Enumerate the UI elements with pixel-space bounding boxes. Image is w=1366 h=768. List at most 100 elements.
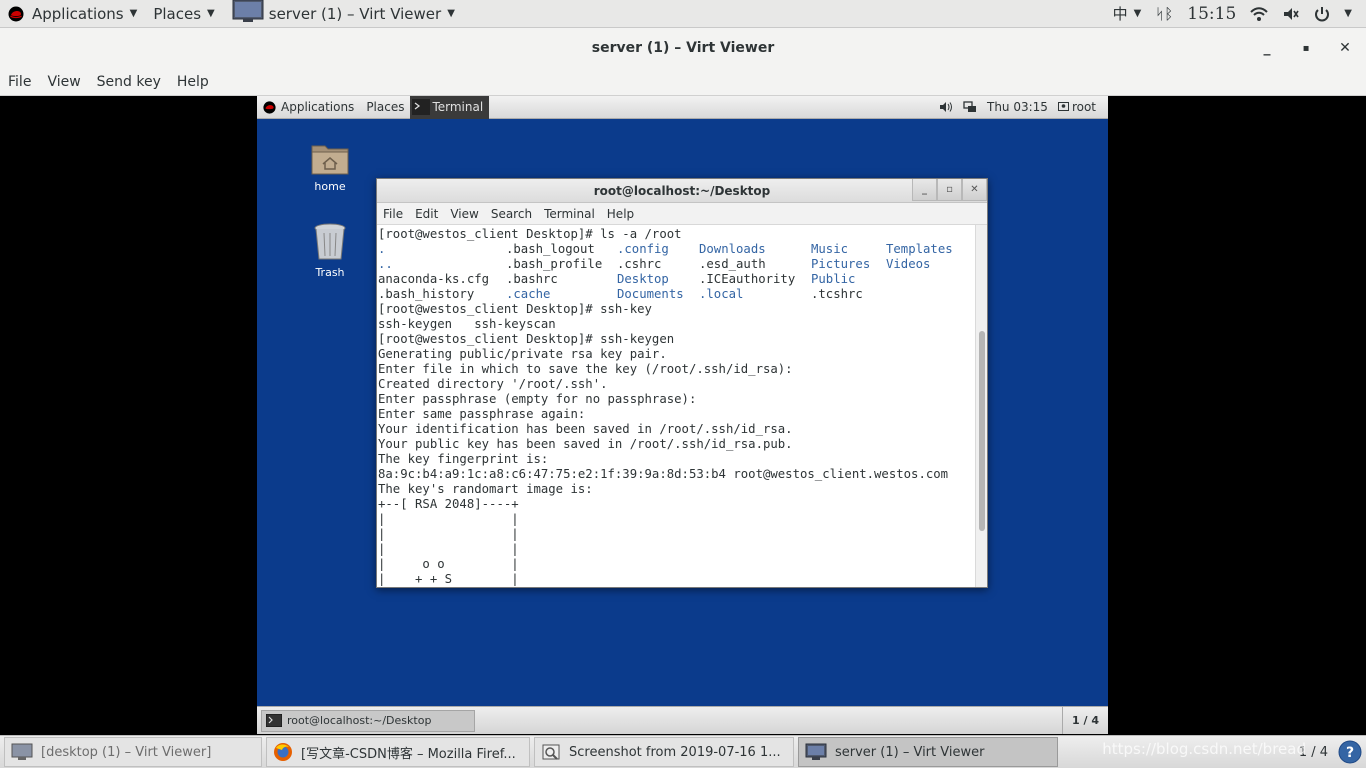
guest-workspace-switcher[interactable]: 1 / 4 (1062, 706, 1108, 734)
image-viewer-icon (542, 744, 560, 760)
terminal-maximize-button[interactable]: ▫ (937, 179, 962, 201)
chevron-down-icon: ▼ (207, 8, 215, 19)
network-icon[interactable] (963, 101, 977, 113)
terminal-menu-edit[interactable]: Edit (409, 207, 444, 221)
terminal-close-button[interactable]: ✕ (962, 179, 987, 201)
host-task-server-viewer[interactable]: server (1) – Virt Viewer (798, 737, 1058, 767)
ls-entry: .bash_history (378, 287, 475, 301)
terminal-scrollbar[interactable] (975, 225, 987, 587)
host-task-firefox[interactable]: [写文章-CSDN博客 – Mozilla Firef... (266, 737, 530, 767)
desktop-icon-trash[interactable]: Trash (295, 222, 365, 279)
host-places-menu[interactable]: Places ▼ (145, 0, 222, 28)
window-title: server (1) – Virt Viewer (591, 40, 775, 56)
terminal-line: | | (378, 527, 519, 541)
guest-clock[interactable]: Thu 03:15 (987, 100, 1048, 114)
terminal-output[interactable]: [root@westos_client Desktop]# ls -a /roo… (377, 225, 975, 587)
host-task-label: server (1) – Virt Viewer (835, 744, 985, 760)
wifi-icon[interactable] (1250, 6, 1269, 22)
ls-entry: .bashrc (506, 272, 558, 286)
guest-terminal-launcher[interactable]: Terminal (410, 96, 490, 119)
terminal-line: ssh-keygen ssh-keyscan (378, 317, 556, 331)
virt-viewer-titlebar: server (1) – Virt Viewer _ ▪ ✕ (0, 28, 1366, 68)
ls-entry: Videos (886, 257, 931, 271)
redhat-icon (8, 6, 24, 21)
host-applications-menu[interactable]: Applications ▼ (0, 0, 145, 28)
terminal-menu-terminal[interactable]: Terminal (538, 207, 601, 221)
ls-entry: .esd_auth (699, 257, 766, 271)
guest-task-terminal[interactable]: root@localhost:~/Desktop (261, 709, 475, 732)
menu-send-key[interactable]: Send key (89, 74, 169, 90)
redhat-icon (263, 100, 276, 114)
terminal-menu-file[interactable]: File (377, 207, 409, 221)
ls-entry: .cache (506, 287, 551, 301)
terminal-line: The key fingerprint is: (378, 452, 549, 466)
guest-user-menu[interactable]: root (1057, 100, 1096, 114)
host-applications-label: Applications (32, 4, 124, 23)
terminal-line: [root@westos_client Desktop]# ls -a /roo… (378, 227, 682, 241)
host-workspace-label: 1 / 4 (1298, 744, 1328, 760)
minimize-button[interactable]: _ (1248, 28, 1286, 68)
maximize-button[interactable]: ▪ (1287, 28, 1325, 68)
host-clock[interactable]: 15:15 (1187, 4, 1236, 24)
ls-entry: .bash_profile (506, 257, 603, 271)
home-folder-icon (311, 145, 349, 175)
host-taskbar: [desktop (1) – Virt Viewer] [写文章-CSDN博客 … (0, 735, 1366, 768)
ls-entry: .config (617, 242, 669, 256)
terminal-menu-view[interactable]: View (444, 207, 484, 221)
guest-terminal-label: Terminal (432, 100, 484, 114)
terminal-line: Created directory '/root/.ssh'. (378, 377, 608, 391)
host-workspace-switcher[interactable]: 1 / 4 ? (1299, 740, 1366, 764)
terminal-titlebar[interactable]: root@localhost:~/Desktop _ ▫ ✕ (377, 179, 987, 203)
terminal-window[interactable]: root@localhost:~/Desktop _ ▫ ✕ File Edit… (376, 178, 988, 588)
host-task-desktop-viewer[interactable]: [desktop (1) – Virt Viewer] (4, 737, 262, 767)
power-icon[interactable] (1314, 6, 1330, 22)
ls-entry: Documents (617, 287, 684, 301)
guest-places-menu[interactable]: Places (360, 96, 410, 119)
guest-user-label: root (1071, 100, 1096, 114)
input-method-menu[interactable]: 中 ▼ (1113, 0, 1142, 28)
desktop-icon-home[interactable]: home (295, 140, 365, 193)
volume-icon[interactable] (1282, 6, 1300, 22)
svg-text:?: ? (1346, 745, 1354, 761)
terminal-line: Your identification has been saved in /r… (378, 422, 793, 436)
input-method-label: 中 (1112, 5, 1128, 23)
chevron-down-icon: ▼ (1133, 8, 1142, 19)
menu-view[interactable]: View (39, 74, 88, 90)
terminal-menu-help[interactable]: Help (601, 207, 640, 221)
terminal-line: [root@westos_client Desktop]# ssh-keygen (378, 332, 675, 346)
keyboard-layout-label: ᛋᛒ (1155, 4, 1174, 23)
virt-viewer-icon (11, 743, 33, 760)
terminal-minimize-button[interactable]: _ (912, 179, 937, 201)
host-task-screenshot[interactable]: Screenshot from 2019-07-16 1... (534, 737, 794, 767)
keyboard-layout-menu[interactable]: ᛋᛒ (1155, 0, 1173, 28)
ls-entry: .local (699, 287, 744, 301)
host-window-menu[interactable]: server (1) – Virt Viewer ▼ (223, 0, 463, 28)
terminal-icon (412, 99, 431, 115)
menu-file[interactable]: File (0, 74, 39, 90)
ls-entry: .tcshrc (811, 287, 863, 301)
help-icon[interactable]: ? (1338, 740, 1362, 764)
guest-applications-menu[interactable]: Applications (257, 96, 360, 119)
virt-viewer-icon (232, 0, 264, 22)
ls-entry: Pictures (811, 257, 871, 271)
chevron-down-icon[interactable]: ▼ (1344, 8, 1352, 19)
ls-output-row: anaconda-ks.cfg .bashrc Desktop .ICEauthori… (378, 272, 974, 287)
close-button[interactable]: ✕ (1326, 28, 1364, 68)
guest-places-label: Places (366, 100, 405, 114)
guest-display[interactable]: Applications Places Terminal Thu 03:15 r… (257, 96, 1108, 734)
ls-entry: . (378, 242, 386, 256)
guest-top-panel: Applications Places Terminal Thu 03:15 r… (257, 96, 1108, 119)
terminal-menu-search[interactable]: Search (485, 207, 538, 221)
desktop-icon-trash-label: Trash (315, 266, 345, 279)
chevron-down-icon: ▼ (129, 8, 138, 19)
guest-task-label: root@localhost:~/Desktop (287, 714, 432, 727)
ls-entry: Public (811, 272, 856, 286)
terminal-line: Generating public/private rsa key pair. (378, 347, 667, 361)
menu-help[interactable]: Help (169, 74, 217, 90)
host-task-label: [desktop (1) – Virt Viewer] (41, 744, 212, 760)
scrollbar-thumb[interactable] (979, 331, 985, 531)
volume-icon[interactable] (939, 101, 953, 113)
firefox-icon (274, 743, 292, 761)
terminal-line: [root@westos_client Desktop]# ssh-key (378, 302, 652, 316)
ls-entry: .. (378, 257, 393, 271)
